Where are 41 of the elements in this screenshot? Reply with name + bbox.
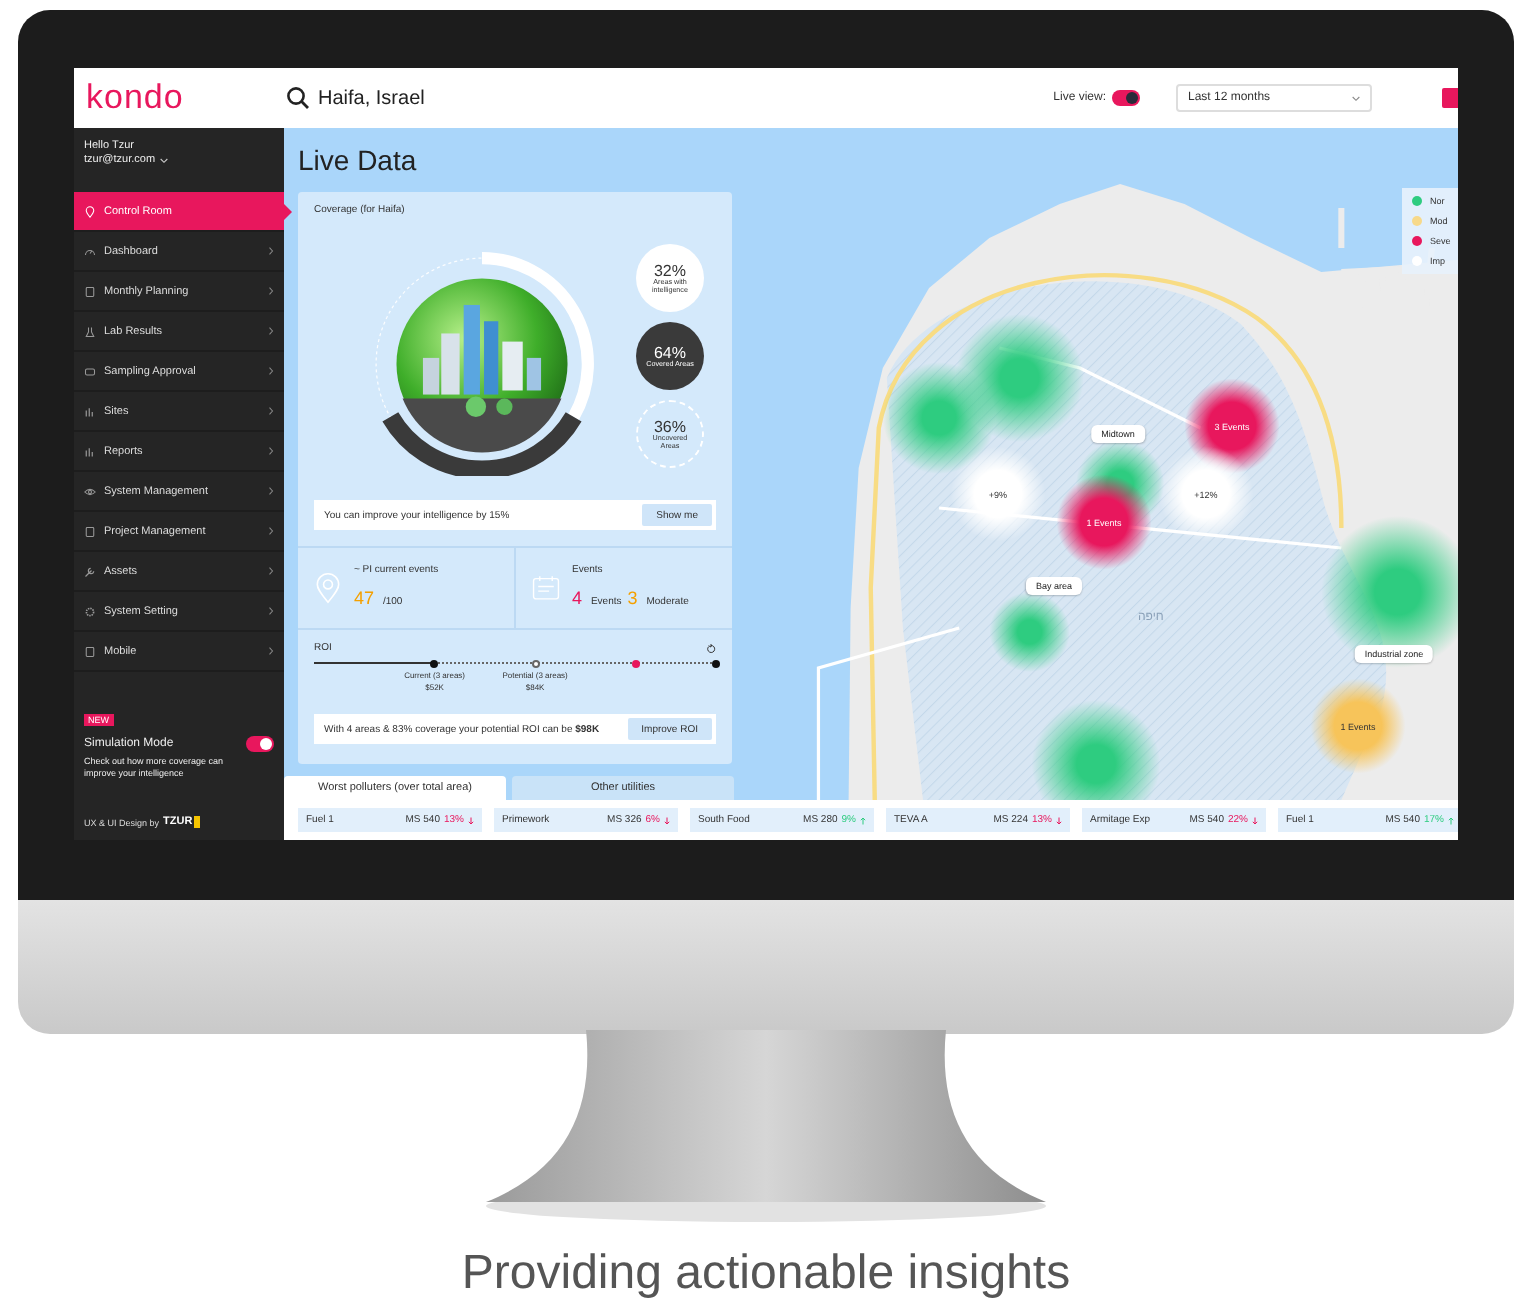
roi-point — [712, 659, 720, 667]
chevron-icon — [268, 246, 274, 256]
menu-item-icon — [84, 605, 96, 617]
menu-item-icon — [84, 245, 96, 257]
menu-item-icon — [84, 565, 96, 577]
location-pin-icon — [314, 572, 342, 604]
menu-item-icon — [84, 445, 96, 457]
search-icon — [286, 86, 310, 110]
menu-item-icon — [84, 645, 96, 657]
menu-item-icon — [84, 525, 96, 537]
simulation-toggle[interactable] — [246, 736, 274, 752]
roi-slider-thumb[interactable] — [430, 659, 439, 667]
menu-item-icon — [84, 485, 96, 497]
chevron-icon — [268, 606, 274, 616]
search-field[interactable]: Haifa, Israel — [318, 87, 1054, 109]
caption: Providing actionable insights — [461, 1246, 1071, 1302]
chevron-down-icon — [159, 157, 168, 163]
page-title: Live Data — [298, 144, 419, 180]
chevron-icon — [268, 646, 274, 656]
chevron-down-icon — [1352, 95, 1360, 101]
chevron-icon — [268, 406, 274, 416]
chevron-icon — [268, 366, 274, 376]
chevron-icon — [268, 526, 274, 536]
menu-item-icon — [84, 405, 96, 417]
menu-item-icon — [84, 325, 96, 337]
chevron-icon — [268, 326, 274, 336]
menu-item-icon — [84, 365, 96, 377]
pi-value: 47 — [354, 587, 375, 607]
reset-icon — [706, 643, 716, 653]
chevron-icon — [268, 446, 274, 456]
chevron-icon — [268, 486, 274, 496]
logo: kondo — [84, 78, 186, 118]
moderate-count: 3 — [627, 587, 638, 607]
roi-point — [631, 659, 640, 667]
menu-item-icon — [84, 205, 96, 217]
chevron-icon — [268, 566, 274, 576]
menu-item-icon — [84, 285, 96, 297]
events-count: 4 — [572, 587, 583, 607]
calendar-icon — [532, 572, 560, 604]
chevron-icon — [268, 286, 274, 296]
live-view-toggle[interactable] — [1112, 90, 1140, 106]
